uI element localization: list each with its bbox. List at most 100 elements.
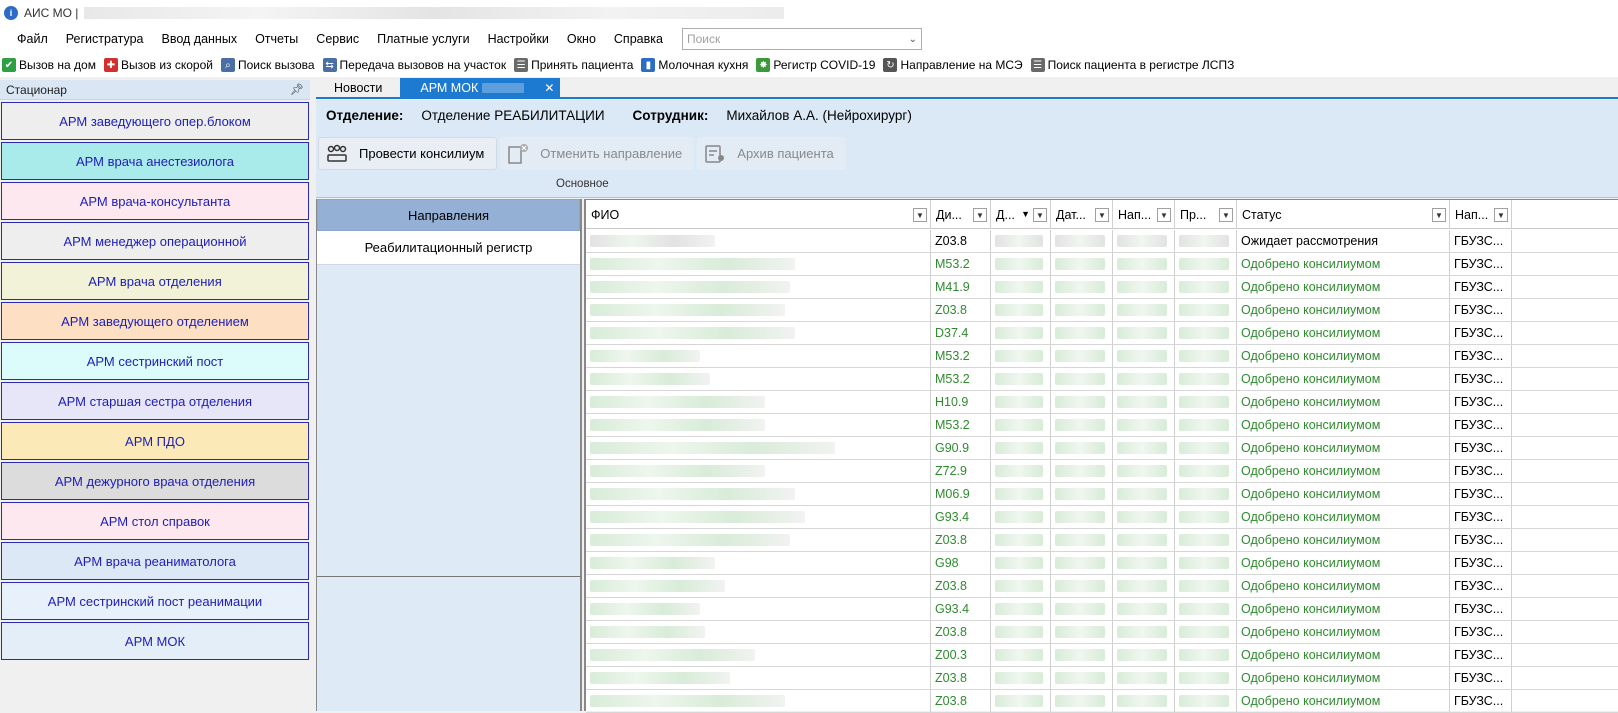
column-header-2[interactable]: Д... ▼ ▼ [991, 200, 1051, 229]
column-header-4[interactable]: Нап... ▼ [1113, 200, 1175, 229]
arm-item-4[interactable]: АРМ врача отделения [1, 262, 309, 300]
filter-dropdown-icon[interactable]: ▼ [1432, 208, 1446, 222]
filter-dropdown-icon[interactable]: ▼ [1494, 208, 1508, 222]
arm-item-0[interactable]: АРМ заведующего опер.блоком [1, 102, 309, 140]
tab-news[interactable]: Новости [316, 78, 400, 97]
toolbar-button-7[interactable]: ↻ Направление на МСЭ [883, 58, 1023, 72]
patient-archive-button[interactable]: Архив пациента [697, 137, 846, 170]
redacted-cell [991, 322, 1051, 344]
chevron-down-icon[interactable]: ⌄ [909, 34, 917, 45]
redacted-value [1055, 373, 1105, 385]
table-row[interactable]: M53.2 Одобрено консилиумом ГБУЗС... [586, 368, 1618, 391]
redacted-cell [1113, 598, 1175, 620]
table-row[interactable]: G93.4 Одобрено консилиумом ГБУЗС... [586, 598, 1618, 621]
table-row[interactable]: H10.9 Одобрено консилиумом ГБУЗС... [586, 391, 1618, 414]
nav-item-rehab-registry[interactable]: Реабилитационный регистр [317, 231, 580, 265]
redacted-value [1117, 557, 1167, 569]
column-header-5[interactable]: Пр... ▼ [1175, 200, 1237, 229]
table-row[interactable]: Z03.8 Одобрено консилиумом ГБУЗС... [586, 690, 1618, 713]
table-row[interactable]: G90.9 Одобрено консилиумом ГБУЗС... [586, 437, 1618, 460]
menu-item-1[interactable]: Регистратура [57, 32, 153, 46]
toolbar-label: Регистр COVID-19 [773, 58, 876, 72]
column-header-7[interactable]: Нап... ▼ [1450, 200, 1512, 229]
redacted-name [590, 649, 755, 661]
pin-icon[interactable]: 📌︎ [290, 83, 304, 96]
arm-item-11[interactable]: АРМ врача реаниматолога [1, 542, 309, 580]
table-row[interactable]: Z03.8 Одобрено консилиумом ГБУЗС... [586, 299, 1618, 322]
table-row[interactable]: M41.9 Одобрено консилиумом ГБУЗС... [586, 276, 1618, 299]
table-row[interactable]: M53.2 Одобрено консилиумом ГБУЗС... [586, 414, 1618, 437]
filter-dropdown-icon[interactable]: ▼ [1033, 208, 1047, 222]
arm-item-10[interactable]: АРМ стол справок [1, 502, 309, 540]
toolbar-button-3[interactable]: ⇆ Передача вызовов на участок [322, 58, 506, 72]
arm-item-2[interactable]: АРМ врача-консультанта [1, 182, 309, 220]
table-row[interactable]: G93.4 Одобрено консилиумом ГБУЗС... [586, 506, 1618, 529]
menu-item-4[interactable]: Сервис [307, 32, 368, 46]
redacted-cell [1051, 690, 1113, 712]
toolbar: ✔ Вызов на дом ✚ Вызов из скорой ⌕ Поиск вызо… [0, 53, 1618, 77]
filter-dropdown-icon[interactable]: ▼ [1157, 208, 1171, 222]
toolbar-button-1[interactable]: ✚ Вызов из скорой [103, 58, 213, 72]
hold-council-button[interactable]: Провести консилиум [318, 137, 498, 170]
table-row[interactable]: M06.9 Одобрено консилиумом ГБУЗС... [586, 483, 1618, 506]
toolbar-button-2[interactable]: ⌕ Поиск вызова [220, 58, 315, 72]
column-header-0[interactable]: ФИО ▼ [586, 200, 931, 229]
grid-rows: Z03.8 Ожидает рассмотрения ГБУЗС... M53.2 Од… [586, 230, 1618, 713]
toolbar-button-0[interactable]: ✔ Вызов на дом [2, 58, 96, 72]
menu-item-5[interactable]: Платные услуги [368, 32, 478, 46]
arm-item-13[interactable]: АРМ МОК [1, 622, 309, 660]
arm-item-9[interactable]: АРМ дежурного врача отделения [1, 462, 309, 500]
redacted-value [995, 488, 1043, 500]
arm-item-12[interactable]: АРМ сестринский пост реанимации [1, 582, 309, 620]
table-row[interactable]: Z03.8 Одобрено консилиумом ГБУЗС... [586, 667, 1618, 690]
table-row[interactable]: Z03.8 Одобрено консилиумом ГБУЗС... [586, 621, 1618, 644]
redacted-cell [1113, 483, 1175, 505]
fio-cell [586, 391, 931, 413]
column-header-label: Ди... [936, 207, 962, 222]
close-icon[interactable]: ✕ [544, 81, 554, 95]
nav-header-referrals[interactable]: Направления [317, 199, 580, 231]
table-row[interactable]: Z03.8 Ожидает рассмотрения ГБУЗС... [586, 230, 1618, 253]
filter-dropdown-icon[interactable]: ▼ [973, 208, 987, 222]
column-header-3[interactable]: Дат... ▼ [1051, 200, 1113, 229]
column-header-1[interactable]: Ди... ▼ [931, 200, 991, 229]
filter-dropdown-icon[interactable]: ▼ [913, 208, 927, 222]
redacted-cell [991, 552, 1051, 574]
column-header-6[interactable]: Статус ▼ [1237, 200, 1450, 229]
diagnosis-cell: G93.4 [931, 598, 991, 620]
table-row[interactable]: G98 Одобрено консилиумом ГБУЗС... [586, 552, 1618, 575]
table-row[interactable]: Z00.3 Одобрено консилиумом ГБУЗС... [586, 644, 1618, 667]
toolbar-button-4[interactable]: ☰ Принять пациента [514, 58, 633, 72]
menu-item-8[interactable]: Справка [605, 32, 672, 46]
arm-item-5[interactable]: АРМ заведующего отделением [1, 302, 309, 340]
arm-item-3[interactable]: АРМ менеджер операционной [1, 222, 309, 260]
arm-item-1[interactable]: АРМ врача анестезиолога [1, 142, 309, 180]
table-row[interactable]: M53.2 Одобрено консилиумом ГБУЗС... [586, 345, 1618, 368]
table-row[interactable]: Z03.8 Одобрено консилиумом ГБУЗС... [586, 575, 1618, 598]
toolbar-button-6[interactable]: ✸ Регистр COVID-19 [756, 58, 875, 72]
filter-dropdown-icon[interactable]: ▼ [1095, 208, 1109, 222]
redacted-value [1117, 327, 1167, 339]
menu-item-2[interactable]: Ввод данных [153, 32, 247, 46]
table-row[interactable]: Z72.9 Одобрено консилиумом ГБУЗС... [586, 460, 1618, 483]
arm-item-8[interactable]: АРМ ПДО [1, 422, 309, 460]
toolbar-button-5[interactable]: ▮ Молочная кухня [641, 58, 748, 72]
table-row[interactable]: M53.2 Одобрено консилиумом ГБУЗС... [586, 253, 1618, 276]
fio-cell [586, 276, 931, 298]
arm-item-7[interactable]: АРМ старшая сестра отделения [1, 382, 309, 420]
search-input[interactable]: Поиск ⌄ [681, 28, 922, 50]
filter-dropdown-icon[interactable]: ▼ [1219, 208, 1233, 222]
table-row[interactable]: Z03.8 Одобрено консилиумом ГБУЗС... [586, 529, 1618, 552]
menu-item-7[interactable]: Окно [558, 32, 605, 46]
menu-item-3[interactable]: Отчеты [246, 32, 307, 46]
toolbar-button-8[interactable]: ☰ Поиск пациента в регистре ЛСПЗ [1030, 58, 1234, 72]
menu-item-0[interactable]: Файл [8, 32, 57, 46]
redacted-cell [1113, 552, 1175, 574]
cancel-referral-button[interactable]: Отменить направление [500, 137, 695, 170]
redacted-value [1117, 672, 1167, 684]
arm-item-6[interactable]: АРМ сестринский пост [1, 342, 309, 380]
table-row[interactable]: D37.4 Одобрено консилиумом ГБУЗС... [586, 322, 1618, 345]
status-cell: Одобрено консилиумом [1237, 506, 1450, 528]
tab-arm-mok[interactable]: АРМ МОК ✕ [400, 78, 561, 97]
menu-item-6[interactable]: Настройки [479, 32, 558, 46]
